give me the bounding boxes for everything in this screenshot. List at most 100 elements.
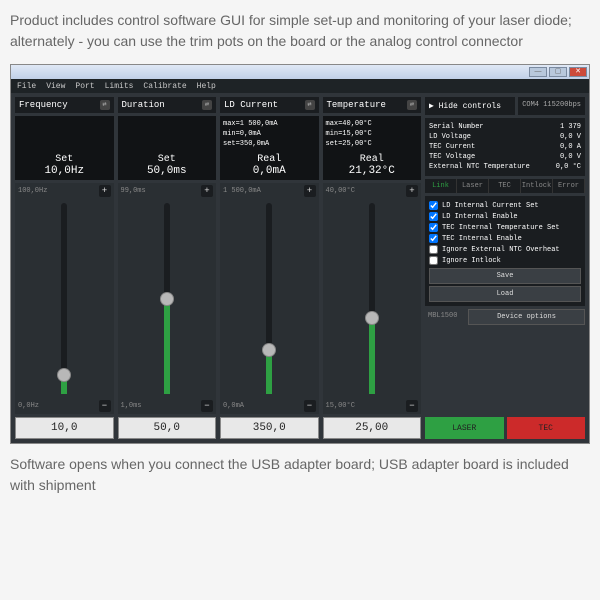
intro-text: Product includes control software GUI fo… bbox=[10, 10, 590, 52]
com-port-button[interactable]: COM4 115200bps bbox=[518, 97, 585, 115]
load-button[interactable]: Load bbox=[429, 286, 581, 302]
status-value: 1 379 bbox=[560, 123, 581, 131]
slider-area: 1 500,0mA +0,0mA − bbox=[220, 183, 319, 414]
link-icon[interactable]: ⇄ bbox=[202, 100, 212, 110]
status-key: TEC Current bbox=[429, 143, 475, 151]
channel-input[interactable]: 50,0 bbox=[118, 417, 217, 439]
channel-header: Frequency ⇄ bbox=[15, 97, 114, 113]
checkbox[interactable] bbox=[429, 201, 438, 210]
channel-readout: max=1 500,0mAmin=0,0mAset=350,0mAReal0,0… bbox=[220, 116, 319, 180]
step-down-button[interactable]: − bbox=[201, 400, 213, 412]
set-value: 0,0mA bbox=[223, 165, 316, 177]
link-icon[interactable]: ⇄ bbox=[100, 100, 110, 110]
channel-area: Frequency⇄Set10,0Hz100,0Hz+0,0Hz−10,0Dur… bbox=[15, 97, 421, 439]
channel-input[interactable]: 350,0 bbox=[220, 417, 319, 439]
channel-input[interactable]: 25,00 bbox=[323, 417, 422, 439]
set-label: Set bbox=[121, 154, 214, 165]
channel-readout: Set50,0ms bbox=[118, 116, 217, 180]
link-icon[interactable]: ⇄ bbox=[407, 100, 417, 110]
menu-limits[interactable]: Limits bbox=[105, 82, 134, 91]
app-window: — ▢ ✕ File View Port Limits Calibrate Help Fr… bbox=[10, 64, 590, 444]
checkbox-row: LD Internal Enable bbox=[429, 211, 581, 222]
slider-thumb[interactable] bbox=[160, 292, 174, 306]
step-up-button[interactable]: + bbox=[99, 185, 111, 197]
channel-info-line: max=1 500,0mA bbox=[223, 119, 316, 129]
checkbox[interactable] bbox=[429, 212, 438, 221]
checkbox-label: TEC Internal Temperature Set bbox=[442, 224, 560, 232]
channel-info-line: set=350,0mA bbox=[223, 139, 316, 149]
device-options-button[interactable]: Device options bbox=[468, 309, 585, 325]
menu-calibrate[interactable]: Calibrate bbox=[143, 82, 186, 91]
slider-max-label: 100,0Hz bbox=[18, 187, 47, 195]
slider-thumb[interactable] bbox=[365, 311, 379, 325]
channel-title: Temperature bbox=[327, 100, 386, 110]
checkbox-label: LD Internal Current Set bbox=[442, 202, 539, 210]
slider-track[interactable] bbox=[220, 203, 319, 394]
status-row: LD Voltage0,0 V bbox=[429, 132, 581, 142]
status-row: External NTC Temperature 0,0 °C bbox=[429, 162, 581, 172]
status-row: Serial Number1 379 bbox=[429, 122, 581, 132]
slider-track[interactable] bbox=[15, 203, 114, 394]
options-block: LD Internal Current Set LD Internal Enabl… bbox=[425, 196, 585, 306]
slider-area: 99,0ms+1,0ms− bbox=[118, 183, 217, 414]
checkbox-row: LD Internal Current Set bbox=[429, 200, 581, 211]
slider-max-label: 1 500,0mA bbox=[223, 187, 261, 195]
step-up-button[interactable]: + bbox=[406, 185, 418, 197]
menu-help[interactable]: Help bbox=[197, 82, 216, 91]
channel-input[interactable]: 10,0 bbox=[15, 417, 114, 439]
tab-error[interactable]: Error bbox=[553, 179, 585, 193]
tec-toggle-button[interactable]: TEC bbox=[507, 417, 586, 439]
slider-thumb[interactable] bbox=[57, 368, 71, 382]
checkbox-row: Ignore Intlock bbox=[429, 255, 581, 266]
checkbox[interactable] bbox=[429, 223, 438, 232]
status-key: TEC Voltage bbox=[429, 153, 475, 161]
step-down-button[interactable]: − bbox=[99, 400, 111, 412]
menu-view[interactable]: View bbox=[46, 82, 65, 91]
channel-0: Frequency⇄Set10,0Hz100,0Hz+0,0Hz−10,0 bbox=[15, 97, 114, 439]
status-value: 0,0 °C bbox=[556, 163, 581, 171]
slider-thumb[interactable] bbox=[262, 343, 276, 357]
channel-3: Temperature ⇄ max=40,00°Cmin=15,00°Cset=25… bbox=[323, 97, 422, 439]
slider-track[interactable] bbox=[118, 203, 217, 394]
checkbox[interactable] bbox=[429, 234, 438, 243]
channel-title: Frequency bbox=[19, 100, 68, 110]
step-up-button[interactable]: + bbox=[304, 185, 316, 197]
hide-controls-button[interactable]: ▶ Hide controls bbox=[425, 97, 515, 115]
checkbox[interactable] bbox=[429, 245, 438, 254]
checkbox-label: LD Internal Enable bbox=[442, 213, 518, 221]
slider-min-label: 15,00°C bbox=[326, 402, 355, 410]
set-label: Real bbox=[326, 154, 419, 165]
menu-port[interactable]: Port bbox=[75, 82, 94, 91]
tab-link[interactable]: Link bbox=[425, 179, 457, 193]
link-icon[interactable]: ⇄ bbox=[305, 100, 315, 110]
set-value: 50,0ms bbox=[121, 165, 214, 177]
tab-tec[interactable]: TEC bbox=[489, 179, 521, 193]
menu-file[interactable]: File bbox=[17, 82, 36, 91]
checkbox-label: Ignore Intlock bbox=[442, 257, 501, 265]
tab-intlock[interactable]: Intlock bbox=[521, 179, 553, 193]
save-button[interactable]: Save bbox=[429, 268, 581, 284]
status-key: External NTC Temperature bbox=[429, 163, 530, 171]
titlebar: — ▢ ✕ bbox=[11, 65, 589, 79]
laser-toggle-button[interactable]: LASER bbox=[425, 417, 504, 439]
channel-readout: max=40,00°Cmin=15,00°Cset=25,00°CReal21,… bbox=[323, 116, 422, 180]
channel-1: Duration⇄Set50,0ms99,0ms+1,0ms−50,0 bbox=[118, 97, 217, 439]
slider-min-label: 1,0ms bbox=[121, 402, 142, 410]
status-row: TEC Voltage 0,0 V bbox=[429, 152, 581, 162]
step-up-button[interactable]: + bbox=[201, 185, 213, 197]
channel-readout: Set10,0Hz bbox=[15, 116, 114, 180]
maximize-button[interactable]: ▢ bbox=[549, 67, 567, 77]
status-value: 0,0 V bbox=[560, 153, 581, 161]
channel-info-line: min=0,0mA bbox=[223, 129, 316, 139]
slider-track[interactable] bbox=[323, 203, 422, 394]
step-down-button[interactable]: − bbox=[304, 400, 316, 412]
minimize-button[interactable]: — bbox=[529, 67, 547, 77]
slider-max-label: 40,00°C bbox=[326, 187, 355, 195]
step-down-button[interactable]: − bbox=[406, 400, 418, 412]
right-panel: ▶ Hide controls COM4 115200bps Serial Nu… bbox=[425, 97, 585, 439]
checkbox-label: Ignore External NTC Overheat bbox=[442, 246, 560, 254]
close-button[interactable]: ✕ bbox=[569, 67, 587, 77]
checkbox[interactable] bbox=[429, 256, 438, 265]
slider-min-label: 0,0mA bbox=[223, 402, 244, 410]
tab-laser[interactable]: Laser bbox=[457, 179, 489, 193]
